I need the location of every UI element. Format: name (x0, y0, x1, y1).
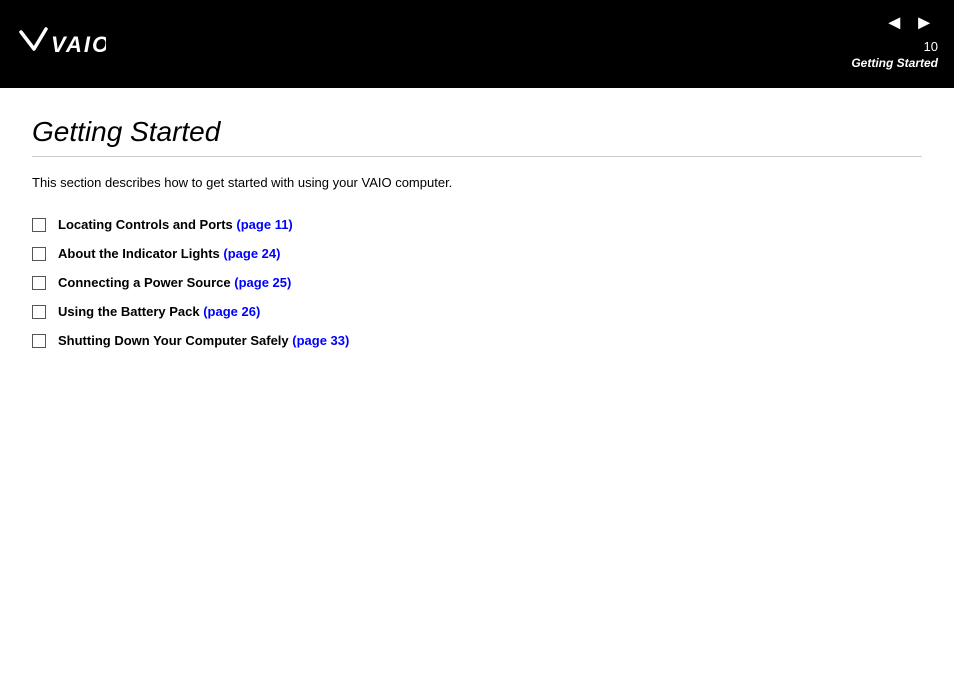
toc-item-text-battery-pack: Using the Battery Pack (page 26) (58, 304, 260, 319)
toc-item-text-locating-controls: Locating Controls and Ports (page 11) (58, 217, 293, 232)
checkbox-icon (32, 247, 46, 261)
toc-item-text-power-source: Connecting a Power Source (page 25) (58, 275, 291, 290)
toc-item: Connecting a Power Source (page 25) (32, 275, 922, 290)
toc-item: Locating Controls and Ports (page 11) (32, 217, 922, 232)
checkbox-icon (32, 305, 46, 319)
toc-item-text-shutting-down: Shutting Down Your Computer Safely (page… (58, 333, 349, 348)
toc-item-text-indicator-lights: About the Indicator Lights (page 24) (58, 246, 280, 261)
vaio-logo: VAIO (16, 24, 106, 64)
checkbox-icon (32, 334, 46, 348)
toc-page-link-shutting-down[interactable]: (page 33) (292, 333, 349, 348)
header-section-label: Getting Started (851, 56, 938, 70)
header: VAIO ◄ ► 10 Getting Started (0, 0, 954, 88)
toc-item: About the Indicator Lights (page 24) (32, 246, 922, 261)
page-number: 10 (924, 39, 938, 54)
logo-area: VAIO (16, 24, 106, 64)
page-title: Getting Started (32, 116, 922, 157)
checkbox-icon (32, 218, 46, 232)
toc-page-link-battery-pack[interactable]: (page 26) (203, 304, 260, 319)
toc-list: Locating Controls and Ports (page 11) Abo… (32, 217, 922, 348)
intro-text: This section describes how to get starte… (32, 173, 922, 193)
nav-controls: ◄ ► 10 Getting Started (851, 10, 938, 78)
toc-item: Shutting Down Your Computer Safely (page… (32, 333, 922, 348)
svg-text:VAIO: VAIO (51, 32, 106, 57)
toc-item: Using the Battery Pack (page 26) (32, 304, 922, 319)
toc-page-link-locating-controls[interactable]: (page 11) (236, 217, 292, 232)
toc-page-link-indicator-lights[interactable]: (page 24) (223, 246, 280, 261)
main-content: Getting Started This section describes h… (0, 88, 954, 382)
toc-page-link-power-source[interactable]: (page 25) (234, 275, 291, 290)
next-arrow[interactable]: ► (910, 10, 938, 37)
checkbox-icon (32, 276, 46, 290)
nav-arrows: ◄ ► (880, 10, 938, 37)
prev-arrow[interactable]: ◄ (880, 10, 908, 37)
